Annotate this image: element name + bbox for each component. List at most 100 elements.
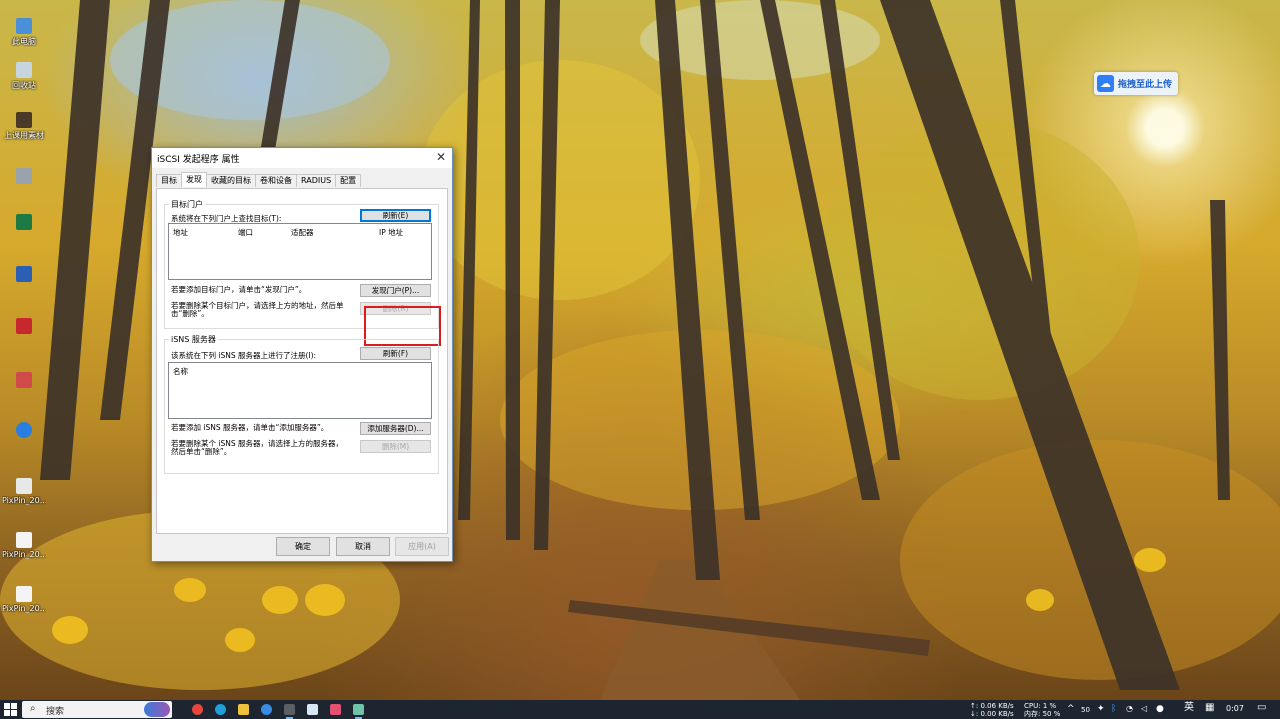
clock[interactable]: 0:07 [1226, 705, 1244, 713]
isns-listbox[interactable]: 名称 [168, 362, 432, 419]
add-server-button[interactable]: 添加服务器(D)... [360, 422, 431, 435]
folder-icon [16, 112, 32, 128]
close-button[interactable]: ✕ [430, 148, 452, 168]
portals-listbox[interactable]: 地址 端口 适配器 IP 地址 [168, 223, 432, 280]
taskbar: ⌕ 搜索 ↑: 0.06 KB/s ↓: 0.00 KB/s CPU: 1 % … [0, 700, 1280, 719]
iscsi-properties-dialog: iSCSI 发起程序 属性 ✕ 目标 发现 收藏的目标 卷和设备 RADIUS … [151, 147, 453, 562]
cancel-button[interactable]: 取消 [336, 537, 390, 556]
network-icon[interactable]: ◔ [1126, 705, 1133, 713]
start-button[interactable] [4, 703, 17, 716]
cloud-upload-icon: ☁ [1097, 75, 1114, 92]
file-icon [16, 168, 32, 184]
isns-legend: iSNS 服务器 [171, 335, 216, 344]
image-file-icon [16, 532, 32, 548]
tab-targets[interactable]: 目标 [156, 174, 182, 187]
app-icon [16, 422, 32, 438]
tab-discovery[interactable]: 发现 [181, 172, 207, 187]
target-portals-legend: 目标门户 [171, 200, 203, 209]
column-header-adapter[interactable]: 适配器 [291, 227, 314, 238]
tab-configuration[interactable]: 配置 [335, 174, 362, 187]
recycle-bin-icon [16, 62, 32, 78]
column-header-port[interactable]: 端口 [238, 227, 253, 238]
desktop-icon-label: PixPin_20... [2, 550, 46, 559]
search-placeholder: 搜索 [46, 707, 65, 717]
desktop-icon-label: 回收站 [12, 81, 36, 90]
desktop-icon-app-red[interactable] [2, 318, 46, 336]
column-header-address[interactable]: 地址 [173, 227, 188, 238]
tab-radius[interactable]: RADIUS [296, 174, 337, 187]
cpu-usage: CPU: 1 % [1024, 702, 1057, 710]
windows-logo-icon-part [11, 703, 17, 709]
portals-description: 系统将在下列门户上查找目标(T): [171, 214, 282, 223]
iscsi-app-icon[interactable] [353, 704, 364, 719]
windows-logo-icon [4, 703, 10, 709]
net-upload-speed: ↑: 0.06 KB/s [970, 702, 1014, 710]
edge-icon[interactable] [215, 704, 226, 715]
isns-add-hint: 若要添加 iSNS 服务器，请单击“添加服务器”。 [171, 423, 329, 432]
windows-logo-icon-part [4, 710, 10, 716]
word-icon [16, 266, 32, 282]
bluetooth-icon[interactable]: ᛒ [1111, 705, 1116, 714]
portals-refresh-button[interactable]: 刷新(E) [360, 209, 431, 222]
discover-portal-button[interactable]: 发现门户(P)... [360, 284, 431, 297]
desktop-icon-label: 此电脑 [12, 37, 36, 46]
portals-remove-hint-line2: 击“删除”。 [171, 309, 209, 318]
apply-button[interactable]: 应用(A) [395, 537, 449, 556]
ok-button[interactable]: 确定 [276, 537, 330, 556]
tray-pinwheel-icon[interactable]: ✦ [1097, 705, 1105, 714]
wechat-icon[interactable]: ● [1156, 705, 1164, 714]
desktop-icon-recycle-bin[interactable]: 回收站 [2, 62, 46, 91]
desktop-icon-folder[interactable]: 上课用素材 [2, 112, 46, 141]
dialog-title: iSCSI 发起程序 属性 [157, 155, 240, 165]
isns-remove-hint-line2: 然后单击“删除”。 [171, 447, 232, 456]
dialog-titlebar[interactable]: iSCSI 发起程序 属性 ✕ [152, 148, 452, 168]
desktop-icon-pixpin-3[interactable]: PixPin_20... [2, 586, 46, 613]
file-explorer-icon[interactable] [238, 704, 249, 715]
desktop-icon-pixpin-2[interactable]: PixPin_20... [2, 532, 46, 559]
desktop-icon-blurred[interactable] [2, 168, 46, 186]
terminal-icon[interactable] [284, 704, 295, 719]
column-header-ip-address[interactable]: IP 地址 [379, 227, 403, 238]
desktop-icon-excel[interactable] [2, 214, 46, 232]
desktop-icon-this-pc[interactable]: 此电脑 [2, 18, 46, 47]
desktop-icon-pixpin-1[interactable]: PixPin_20... [2, 478, 46, 505]
drag-upload-widget[interactable]: ☁ 拖拽至此上传 [1094, 72, 1179, 95]
notification-icon[interactable]: ▭ [1257, 703, 1266, 713]
volume-icon[interactable]: ◁ [1141, 705, 1147, 713]
portals-add-hint: 若要添加目标门户，请单击“发现门户”。 [171, 285, 307, 294]
ime-indicator[interactable]: 英 [1184, 703, 1194, 713]
isns-description: 该系统在下列 iSNS 服务器上进行了注册(I): [171, 351, 317, 360]
search-icon: ⌕ [30, 703, 36, 714]
net-download-speed: ↓: 0.00 KB/s [970, 710, 1014, 718]
windows-logo-icon-part [11, 710, 17, 716]
app-icon[interactable] [330, 704, 341, 715]
upload-widget-label: 拖拽至此上传 [1118, 80, 1173, 90]
memory-usage: 内存: 50 % [1024, 710, 1061, 718]
desktop-icon-app-red-2[interactable] [2, 372, 46, 390]
isns-remove-button[interactable]: 删除(M) [360, 440, 431, 453]
desktop-icon-label: 上课用素材 [4, 131, 44, 140]
temperature: 50 [1081, 706, 1090, 714]
image-file-icon [16, 478, 32, 494]
chevron-up-icon[interactable]: ^ [1067, 705, 1075, 714]
isns-refresh-button[interactable]: 刷新(F) [360, 347, 431, 360]
desktop-icon-word[interactable] [2, 266, 46, 284]
tab-favorite-targets[interactable]: 收藏的目标 [206, 174, 256, 187]
column-header-name[interactable]: 名称 [173, 366, 188, 377]
desktop-icon-label: PixPin_20... [2, 496, 46, 505]
keyboard-icon[interactable]: ▦ [1205, 703, 1214, 713]
copilot-icon[interactable] [144, 702, 170, 717]
tab-strip: 目标 发现 收藏的目标 卷和设备 RADIUS 配置 [156, 172, 362, 188]
chrome-icon[interactable] [192, 704, 203, 715]
computer-icon [16, 18, 32, 34]
desktop-icon-label: PixPin_20... [2, 604, 46, 613]
image-file-icon [16, 586, 32, 602]
app-icon[interactable] [307, 704, 318, 715]
desktop-icon-app-blue[interactable] [2, 422, 46, 440]
taskbar-search-box[interactable]: ⌕ 搜索 [22, 701, 172, 718]
app-icon[interactable] [261, 704, 272, 715]
app-icon [16, 318, 32, 334]
tab-panel-discovery: 目标门户 系统将在下列门户上查找目标(T): 刷新(E) 地址 端口 适配器 I… [156, 188, 448, 534]
excel-icon [16, 214, 32, 230]
tab-volumes-devices[interactable]: 卷和设备 [255, 174, 297, 187]
